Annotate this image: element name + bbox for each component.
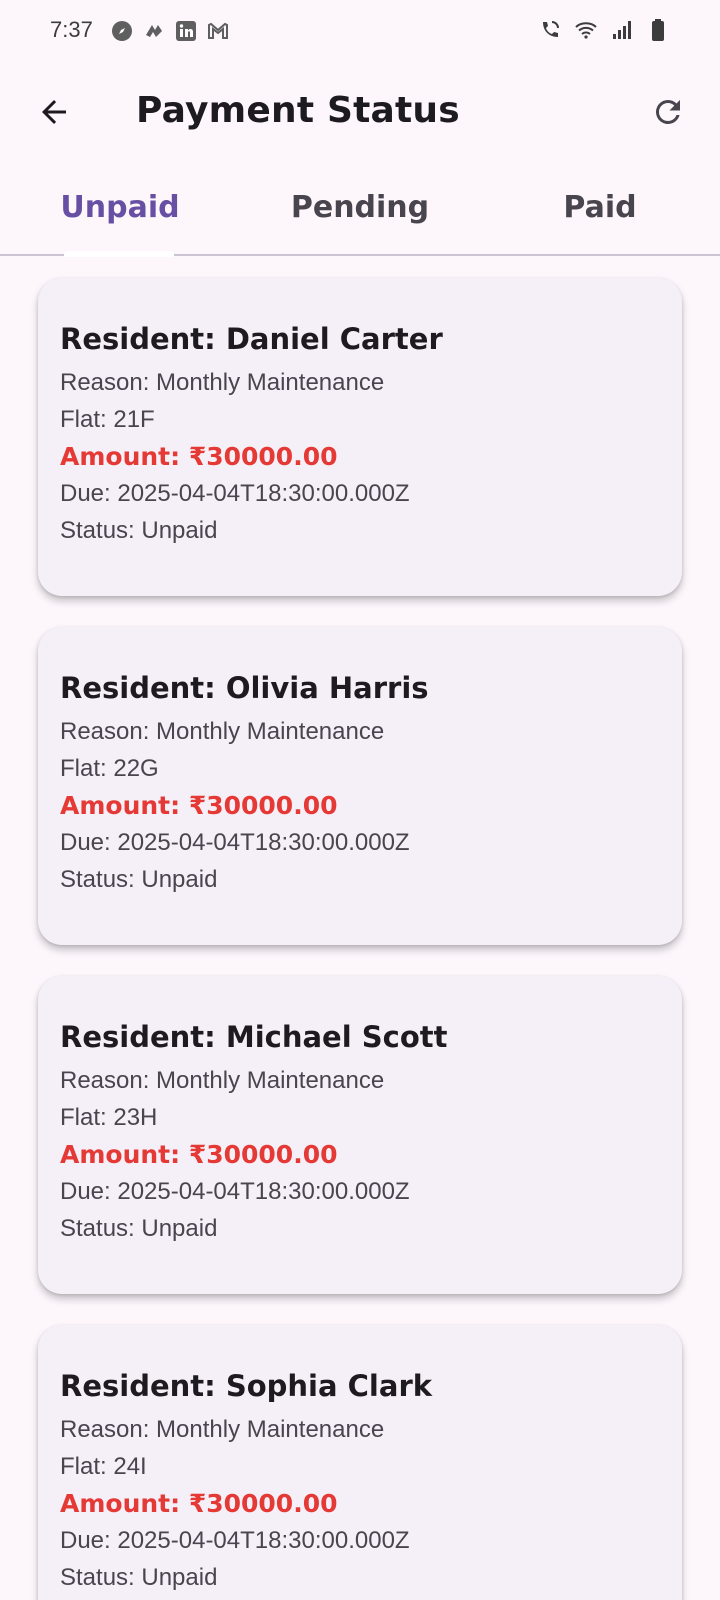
payment-list[interactable]: Resident: Daniel Carter Reason: Monthly …	[0, 256, 720, 1600]
tab-unpaid[interactable]: Unpaid	[0, 190, 240, 257]
signal-icon	[610, 18, 634, 42]
payment-card[interactable]: Resident: Daniel Carter Reason: Monthly …	[38, 278, 682, 596]
status-text: Status: Unpaid	[60, 1215, 218, 1242]
battery-icon	[646, 18, 670, 42]
resident-name: Resident: Daniel Carter	[60, 322, 443, 356]
reason-text: Reason: Monthly Maintenance	[60, 1416, 385, 1443]
reason-text: Reason: Monthly Maintenance	[60, 369, 385, 396]
due-text: Due: 2025-04-04T18:30:00.000Z	[60, 480, 410, 507]
notification-icons	[110, 19, 230, 43]
resident-name: Resident: Sophia Clark	[60, 1369, 433, 1403]
status-text: Status: Unpaid	[60, 866, 218, 893]
reason-text: Reason: Monthly Maintenance	[60, 718, 385, 745]
flat-text: Flat: 23H	[60, 1104, 158, 1131]
reason-text: Reason: Monthly Maintenance	[60, 1067, 385, 1094]
status-bar: 7:37	[0, 0, 720, 62]
payment-card[interactable]: Resident: Olivia Harris Reason: Monthly …	[38, 627, 682, 945]
payment-card[interactable]: Resident: Michael Scott Reason: Monthly …	[38, 976, 682, 1294]
linkedin-icon	[174, 19, 198, 43]
flat-text: Flat: 21F	[60, 406, 155, 433]
flat-text: Flat: 24I	[60, 1453, 147, 1480]
status-text: Status: Unpaid	[60, 1564, 218, 1591]
amount-text: Amount: ₹30000.00	[60, 1140, 338, 1169]
due-text: Due: 2025-04-04T18:30:00.000Z	[60, 829, 410, 856]
amount-text: Amount: ₹30000.00	[60, 442, 338, 471]
amount-text: Amount: ₹30000.00	[60, 791, 338, 820]
app-icon	[142, 19, 166, 43]
payment-card[interactable]: Resident: Sophia Clark Reason: Monthly M…	[38, 1325, 682, 1600]
status-text: Status: Unpaid	[60, 517, 218, 544]
tab-pending-label: Pending	[290, 190, 430, 225]
back-button[interactable]	[28, 88, 80, 140]
wifi-icon	[574, 18, 598, 42]
app-bar: Payment Status	[0, 62, 720, 166]
tab-paid[interactable]: Paid	[480, 190, 720, 254]
arrow-back-icon	[36, 94, 72, 135]
refresh-button[interactable]	[642, 88, 694, 140]
resident-name: Resident: Olivia Harris	[60, 671, 429, 705]
tab-unpaid-label: Unpaid	[60, 190, 180, 225]
amount-text: Amount: ₹30000.00	[60, 1489, 338, 1518]
status-time: 7:37	[50, 17, 93, 42]
due-text: Due: 2025-04-04T18:30:00.000Z	[60, 1527, 410, 1554]
due-text: Due: 2025-04-04T18:30:00.000Z	[60, 1178, 410, 1205]
gmail-icon	[206, 19, 230, 43]
tab-paid-label: Paid	[563, 190, 637, 225]
wifi-calling-icon	[538, 18, 562, 42]
tab-pending[interactable]: Pending	[240, 190, 480, 254]
compass-icon	[110, 19, 134, 43]
resident-name: Resident: Michael Scott	[60, 1020, 448, 1054]
system-icons	[538, 18, 670, 42]
page-title: Payment Status	[136, 90, 460, 131]
flat-text: Flat: 22G	[60, 755, 159, 782]
refresh-icon	[650, 94, 686, 135]
tab-bar: Unpaid Pending Paid	[0, 172, 720, 257]
